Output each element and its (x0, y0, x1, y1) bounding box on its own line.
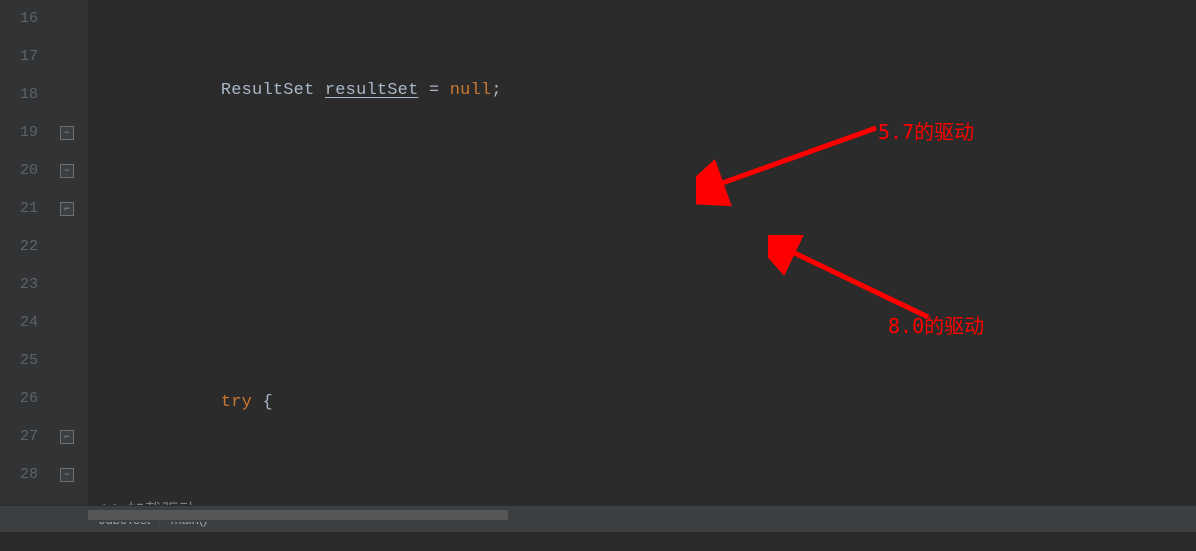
scrollbar-thumb[interactable] (88, 510, 508, 520)
line-number: 28 (0, 456, 38, 494)
indent (96, 81, 221, 100)
indent (96, 393, 221, 412)
line-number: 19 (0, 114, 38, 152)
code-line[interactable]: // 加载驱动 (88, 494, 1196, 505)
brace: { (252, 393, 273, 412)
code-editor[interactable]: 16 17 18 19 20 21 22 23 24 25 26 27 28 −… (0, 0, 1196, 505)
fold-end-icon[interactable]: ⌐ (60, 202, 74, 216)
line-number: 24 (0, 304, 38, 342)
keyword-null: null (450, 81, 492, 100)
code-line[interactable] (88, 182, 1196, 220)
fold-minus-icon[interactable]: − (60, 468, 74, 482)
line-number: 25 (0, 342, 38, 380)
keyword-try: try (221, 393, 252, 412)
line-number: 23 (0, 266, 38, 304)
line-number: 20 (0, 152, 38, 190)
fold-end-icon[interactable]: ⌐ (60, 430, 74, 444)
code-line[interactable] (88, 274, 1196, 312)
code-line[interactable]: ResultSet resultSet = null; (88, 72, 1196, 110)
code-area[interactable]: ResultSet resultSet = null; try { // 加载驱… (88, 0, 1196, 505)
comment-text: 加载驱动 (127, 503, 196, 505)
line-number: 27 (0, 418, 38, 456)
semicolon: ; (491, 81, 501, 100)
type-name: ResultSet (221, 81, 325, 100)
variable: resultSet (325, 81, 419, 100)
line-number-gutter: 16 17 18 19 20 21 22 23 24 25 26 27 28 (0, 0, 56, 505)
code-line[interactable]: try { (88, 384, 1196, 422)
comment-slashes: // (96, 503, 127, 505)
annotation-label: 5.7的驱动 (878, 116, 974, 145)
line-number: 18 (0, 76, 38, 114)
horizontal-scrollbar[interactable] (0, 508, 1196, 522)
line-number: 16 (0, 0, 38, 38)
line-number: 22 (0, 228, 38, 266)
fold-column: − − ⌐ ⌐ − (56, 0, 88, 505)
fold-minus-icon[interactable]: − (60, 164, 74, 178)
fold-minus-icon[interactable]: − (60, 126, 74, 140)
annotation-label: 8.0的驱动 (888, 310, 984, 339)
assign: = (418, 81, 449, 100)
line-number: 26 (0, 380, 38, 418)
line-number: 17 (0, 38, 38, 76)
line-number: 21 (0, 190, 38, 228)
